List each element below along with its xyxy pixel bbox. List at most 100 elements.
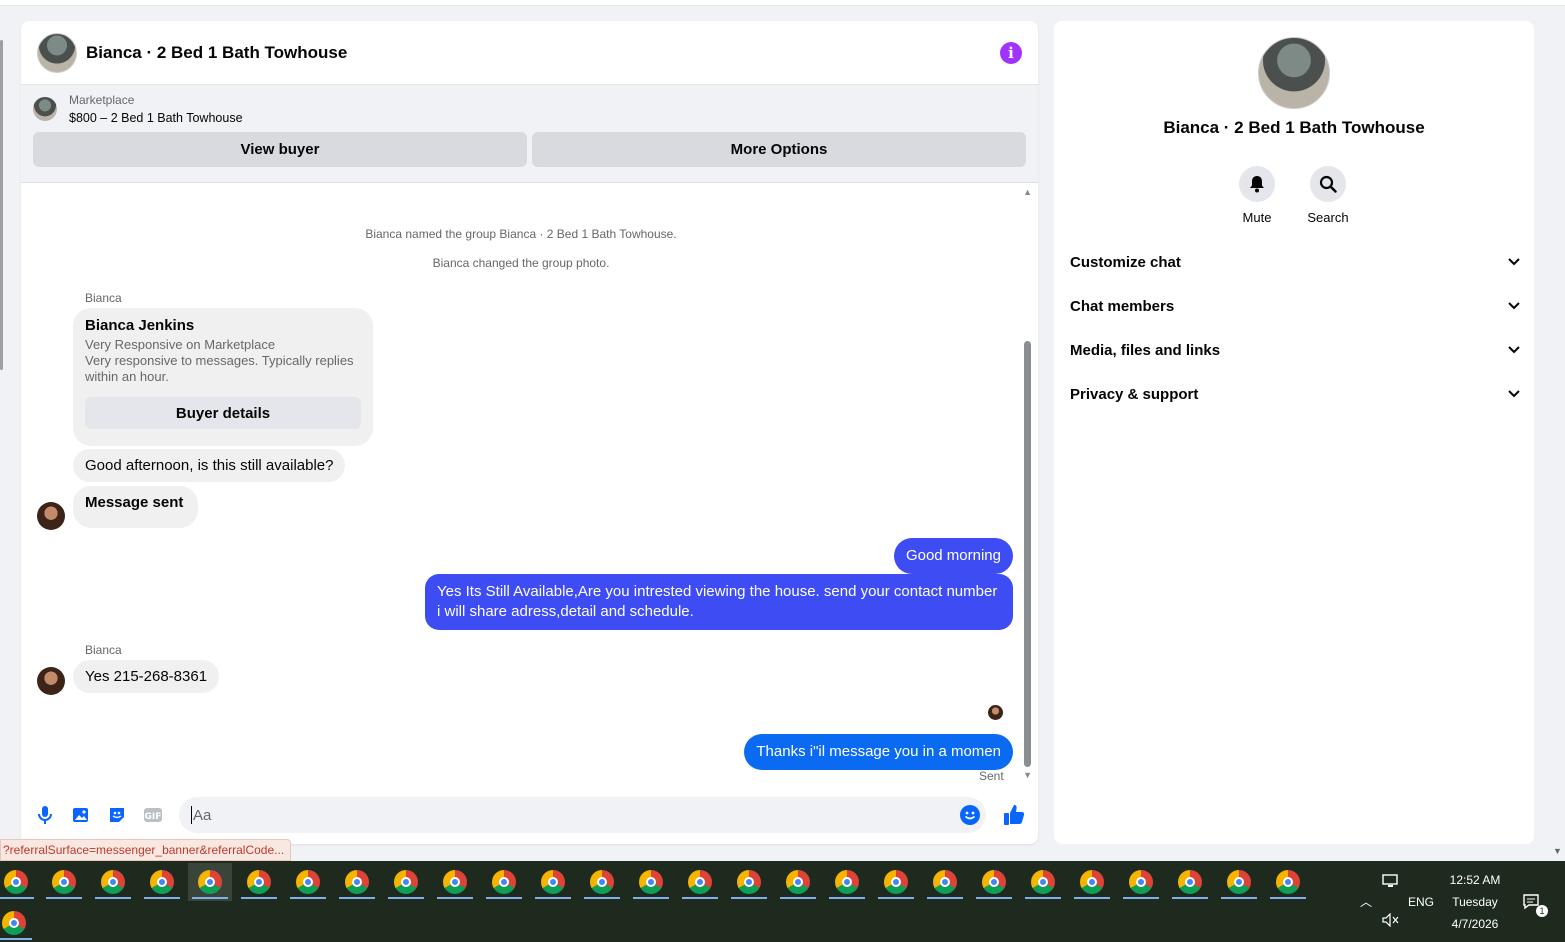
clock-date[interactable]: 4/7/2026	[1442, 917, 1508, 931]
chrome-icon	[639, 870, 663, 894]
info-icon[interactable]: i	[1000, 41, 1022, 64]
chrome-icon	[1031, 870, 1055, 894]
taskbar-chrome-window[interactable]	[531, 863, 575, 901]
taskbar-chrome-window[interactable]	[1021, 863, 1065, 901]
language-indicator[interactable]: ENG	[1408, 895, 1434, 909]
taskbar-chrome-window-active[interactable]	[188, 863, 232, 901]
thumbs-up-icon[interactable]	[1002, 803, 1026, 827]
taskbar-chrome-window[interactable]	[0, 904, 36, 942]
taskbar-chrome-window[interactable]	[433, 863, 477, 901]
chrome-icon	[884, 870, 908, 894]
section-label: Media, files and links	[1070, 341, 1221, 359]
taskbar-chrome-window[interactable]	[335, 863, 379, 901]
volume-muted-icon[interactable]	[1382, 912, 1400, 930]
section-media-files-links[interactable]: Media, files and links	[1070, 330, 1520, 370]
chrome-icon	[1129, 870, 1153, 894]
listing-title[interactable]: $800 – 2 Bed 1 Bath Towhouse	[69, 111, 243, 125]
buyer-responsiveness: Very Responsive on Marketplace	[85, 337, 276, 352]
chrome-icon	[1276, 870, 1300, 894]
system-message: Bianca named the group Bianca · 2 Bed 1 …	[365, 227, 677, 241]
taskbar-chrome-window[interactable]	[727, 863, 771, 901]
group-photo[interactable]	[1258, 37, 1330, 109]
browser-top-strip	[0, 0, 1565, 6]
chrome-icon	[345, 870, 369, 894]
taskbar-chrome-window[interactable]	[825, 863, 869, 901]
chevron-down-icon	[1508, 346, 1520, 354]
emoji-icon[interactable]	[960, 805, 980, 825]
page-scroll-down-arrow[interactable]: ▼	[1553, 846, 1562, 856]
message-input[interactable]: Aa	[179, 797, 986, 833]
sender-name: Bianca	[85, 643, 122, 657]
scroll-up-arrow[interactable]: ▲	[1023, 187, 1032, 197]
network-icon[interactable]	[1382, 873, 1400, 892]
chevron-down-icon	[1508, 390, 1520, 398]
taskbar-chrome-window[interactable]	[580, 863, 624, 901]
taskbar-chrome-window[interactable]	[0, 863, 38, 901]
gif-icon[interactable]: GIF	[141, 803, 165, 827]
taskbar-chrome-window[interactable]	[874, 863, 918, 901]
taskbar-chrome-window[interactable]	[91, 863, 135, 901]
taskbar-chrome-window[interactable]	[678, 863, 722, 901]
chrome-icon	[247, 870, 271, 894]
taskbar-chrome-window[interactable]	[1168, 863, 1212, 901]
bell-icon[interactable]	[1239, 166, 1275, 202]
taskbar-chrome-window[interactable]	[1217, 863, 1261, 901]
section-customize-chat[interactable]: Customize chat	[1070, 242, 1520, 282]
taskbar-chrome-window[interactable]	[972, 863, 1016, 901]
taskbar-chrome-window[interactable]	[286, 863, 330, 901]
section-privacy-support[interactable]: Privacy & support	[1070, 374, 1520, 414]
chat-header: Bianca · 2 Bed 1 Bath Towhouse i	[21, 21, 1038, 85]
outgoing-message[interactable]: Yes Its Still Available,Are you intreste…	[425, 574, 1013, 630]
left-scrollbar[interactable]	[0, 40, 3, 370]
taskbar-chrome-window[interactable]	[923, 863, 967, 901]
scroll-down-arrow[interactable]: ▼	[1023, 770, 1032, 780]
outgoing-message[interactable]: Thanks i"il message you in a momen	[744, 734, 1013, 770]
clock-day[interactable]: Tuesday	[1442, 895, 1508, 909]
taskbar-chrome-window[interactable]	[237, 863, 281, 901]
chrome-icon	[933, 870, 957, 894]
taskbar-chrome-window[interactable]	[482, 863, 526, 901]
taskbar-chrome-window[interactable]	[42, 863, 86, 901]
chrome-icon	[786, 870, 810, 894]
view-buyer-button[interactable]: View buyer	[33, 132, 527, 167]
listing-thumbnail[interactable]	[33, 97, 57, 121]
search-action[interactable]: Search	[1298, 166, 1358, 225]
sender-avatar[interactable]	[37, 502, 65, 530]
mute-action[interactable]: Mute	[1227, 166, 1287, 225]
outgoing-message[interactable]: Good morning	[893, 538, 1013, 574]
more-options-button[interactable]: More Options	[532, 132, 1026, 167]
group-avatar[interactable]	[37, 32, 77, 73]
taskbar-chrome-window[interactable]	[1070, 863, 1114, 901]
buyer-name: Bianca Jenkins	[85, 317, 195, 334]
taskbar-chrome-window[interactable]	[1266, 863, 1310, 901]
incoming-message[interactable]: Message sent	[73, 486, 199, 528]
chrome-icon	[394, 870, 418, 894]
sender-avatar[interactable]	[37, 667, 65, 695]
incoming-message[interactable]: Good afternoon, is this still available?	[73, 449, 346, 482]
taskbar-chrome-window[interactable]	[140, 863, 184, 901]
chat-panel: Bianca · 2 Bed 1 Bath Towhouse i Marketp…	[21, 21, 1038, 844]
chat-info-panel: Bianca · 2 Bed 1 Bath Towhouse Mute Sear…	[1054, 21, 1534, 844]
chrome-icon	[541, 870, 565, 894]
taskbar-chrome-window[interactable]	[629, 863, 673, 901]
chevron-down-icon	[1508, 302, 1520, 310]
search-label: Search	[1307, 210, 1349, 225]
buyer-details-button[interactable]: Buyer details	[85, 397, 361, 429]
clock-time[interactable]: 12:52 AM	[1442, 873, 1508, 887]
incoming-message[interactable]: Yes 215-268-8361	[73, 660, 220, 693]
chrome-icon	[1080, 870, 1104, 894]
search-icon[interactable]	[1310, 166, 1346, 202]
taskbar-chrome-window[interactable]	[776, 863, 820, 901]
taskbar-chrome-window[interactable]	[384, 863, 428, 901]
sticker-icon[interactable]	[105, 803, 129, 827]
section-chat-members[interactable]: Chat members	[1070, 286, 1520, 326]
chat-title[interactable]: Bianca · 2 Bed 1 Bath Towhouse	[86, 43, 347, 63]
scroll-thumb[interactable]	[1024, 341, 1031, 767]
chrome-icon	[150, 870, 174, 894]
group-name: Bianca · 2 Bed 1 Bath Towhouse	[1163, 118, 1425, 137]
chrome-icon	[1178, 870, 1202, 894]
taskbar-chrome-window[interactable]	[1119, 863, 1163, 901]
photo-icon[interactable]	[69, 803, 93, 827]
microphone-icon[interactable]	[33, 803, 57, 827]
tray-overflow-icon[interactable]: ︿	[1360, 893, 1372, 910]
